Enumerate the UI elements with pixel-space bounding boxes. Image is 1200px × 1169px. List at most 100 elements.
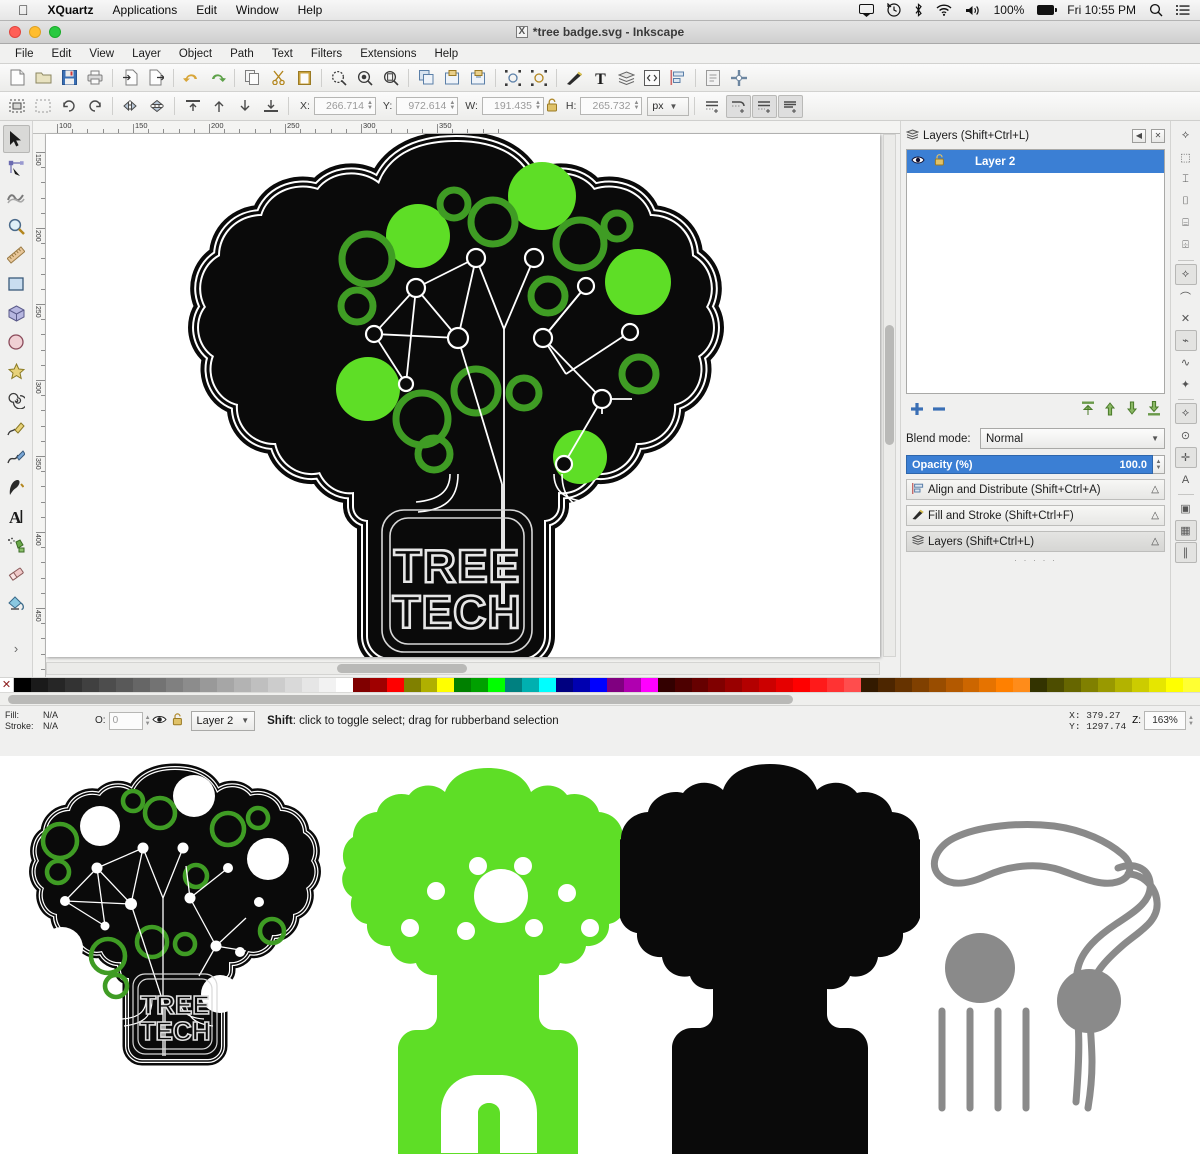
- lower-icon-toolbar[interactable]: [232, 95, 257, 118]
- dock-resize-grip[interactable]: · · · · ·: [906, 555, 1165, 565]
- palette-swatch[interactable]: [217, 678, 234, 693]
- snap-bbox-edge-midpoint-icon[interactable]: ⌸: [1175, 213, 1197, 234]
- close-panel-icon[interactable]: ✕: [1151, 129, 1165, 143]
- macmenu-item-help[interactable]: Help: [298, 3, 323, 17]
- palette-swatch[interactable]: [234, 678, 251, 693]
- variant-green-layer[interactable]: [338, 756, 638, 1169]
- palette-swatch[interactable]: [285, 678, 302, 693]
- palette-swatch[interactable]: [861, 678, 878, 693]
- box-3d-tool[interactable]: [3, 299, 30, 327]
- tree-badge-artwork[interactable]: TREE TECH: [46, 134, 866, 657]
- palette-scroll-thumb[interactable]: [8, 695, 793, 704]
- palette-swatch[interactable]: [573, 678, 590, 693]
- y-field[interactable]: 972.614 ▲▼: [396, 97, 458, 115]
- palette-swatch[interactable]: [1115, 678, 1132, 693]
- more-tools-chevron-icon[interactable]: ›: [3, 634, 30, 662]
- blend-mode-select[interactable]: Normal ▼: [980, 428, 1165, 449]
- lower-layer-icon[interactable]: [1121, 401, 1143, 419]
- star-tool[interactable]: [3, 357, 30, 385]
- palette-swatch[interactable]: [946, 678, 963, 693]
- calligraphy-tool[interactable]: [3, 473, 30, 501]
- palette-swatch[interactable]: [488, 678, 505, 693]
- w-field-stepper[interactable]: ▲▼: [535, 101, 541, 111]
- status-eye-icon[interactable]: [151, 714, 169, 728]
- ungroup-icon[interactable]: [465, 66, 491, 90]
- measure-tool[interactable]: [3, 241, 30, 269]
- bluetooth-icon[interactable]: [914, 3, 923, 17]
- airplay-icon[interactable]: [859, 4, 874, 17]
- import-icon[interactable]: [117, 66, 143, 90]
- bezier-pen-tool[interactable]: [3, 444, 30, 472]
- save-icon[interactable]: [56, 66, 82, 90]
- palette-swatch[interactable]: [996, 678, 1013, 693]
- fill-stroke-indicator[interactable]: Fill:N/A Stroke:N/A: [5, 710, 83, 732]
- print-icon[interactable]: [82, 66, 108, 90]
- layer-list[interactable]: Layer 2: [906, 149, 1165, 394]
- palette-swatch[interactable]: [387, 678, 404, 693]
- menu-path[interactable]: Path: [221, 48, 263, 60]
- palette-swatch[interactable]: [776, 678, 793, 693]
- zoom-drawing-icon[interactable]: [352, 66, 378, 90]
- export-icon[interactable]: [143, 66, 169, 90]
- palette-swatch[interactable]: [658, 678, 675, 693]
- accordion-layers[interactable]: Layers (Shift+Ctrl+L) △: [906, 531, 1165, 552]
- fill-stroke-icon[interactable]: [561, 66, 587, 90]
- palette-scrollbar[interactable]: [0, 692, 1200, 705]
- open-folder-icon[interactable]: [30, 66, 56, 90]
- pencil-tool[interactable]: [3, 415, 30, 443]
- palette-swatch[interactable]: [1149, 678, 1166, 693]
- variant-full-color-badge[interactable]: TREE TECH: [0, 756, 350, 1169]
- x-field-stepper[interactable]: ▲▼: [367, 101, 373, 111]
- copy-icon[interactable]: [239, 66, 265, 90]
- palette-swatch[interactable]: [268, 678, 285, 693]
- accordion-fill-and-stroke[interactable]: Fill and Stroke (Shift+Ctrl+F) △: [906, 505, 1165, 526]
- snap-guide-icon[interactable]: ∥: [1175, 542, 1197, 563]
- spotlight-search-icon[interactable]: [1149, 3, 1163, 17]
- zoom-page-icon[interactable]: [378, 66, 404, 90]
- menu-file[interactable]: File: [6, 48, 43, 60]
- object-rotate-icon[interactable]: [500, 66, 526, 90]
- lock-ratio-icon[interactable]: [545, 98, 559, 115]
- apple-menu-icon[interactable]: : [18, 3, 29, 17]
- layers-icon[interactable]: [613, 66, 639, 90]
- snap-bbox-center-icon[interactable]: ⌹: [1175, 235, 1197, 256]
- zoom-stepper[interactable]: ▲▼: [1188, 715, 1194, 727]
- snap-others-icon[interactable]: ⟡: [1175, 403, 1197, 424]
- palette-swatch[interactable]: [319, 678, 336, 693]
- xml-editor-icon[interactable]: [639, 66, 665, 90]
- opacity-slider[interactable]: Opacity (%) 100.0: [906, 455, 1153, 474]
- raise-to-top-icon-toolbar[interactable]: [180, 95, 205, 118]
- snap-bbox-corner-icon[interactable]: ⌷: [1175, 191, 1197, 212]
- cut-icon[interactable]: [265, 66, 291, 90]
- palette-swatch[interactable]: [912, 678, 929, 693]
- volume-icon[interactable]: [965, 4, 981, 17]
- palette-swatch[interactable]: [759, 678, 776, 693]
- zoom-selection-icon[interactable]: [326, 66, 352, 90]
- palette-swatch[interactable]: [675, 678, 692, 693]
- tweak-tool[interactable]: [3, 183, 30, 211]
- h-field-stepper[interactable]: ▲▼: [633, 101, 639, 111]
- affect-rounded-corners-icon[interactable]: [726, 95, 751, 118]
- text-tool[interactable]: A: [3, 502, 30, 530]
- lower-layer-to-bottom-icon[interactable]: [1143, 401, 1165, 419]
- palette-swatch[interactable]: [1013, 678, 1030, 693]
- raise-layer-to-top-icon[interactable]: [1077, 401, 1099, 419]
- status-lock-icon[interactable]: [169, 713, 187, 729]
- menu-help[interactable]: Help: [425, 48, 467, 60]
- zoom-tool[interactable]: [3, 212, 30, 240]
- zoom-field[interactable]: Z: 163% ▲▼: [1132, 711, 1194, 730]
- snap-cusp-node-icon[interactable]: ⌁: [1175, 330, 1197, 351]
- palette-swatch[interactable]: [810, 678, 827, 693]
- menu-object[interactable]: Object: [170, 48, 221, 60]
- opacity-row[interactable]: Opacity (%) 100.0 ▲▼: [906, 455, 1165, 474]
- palette-swatch[interactable]: [48, 678, 65, 693]
- canvas-vertical-scrollbar[interactable]: [883, 134, 896, 657]
- text-tool-icon[interactable]: T: [587, 66, 613, 90]
- macmenu-item-applications[interactable]: Applications: [113, 3, 178, 17]
- palette-swatch[interactable]: [505, 678, 522, 693]
- palette-swatch[interactable]: [1166, 678, 1183, 693]
- document-page[interactable]: TREE TECH: [46, 134, 880, 657]
- raise-layer-icon[interactable]: [1099, 401, 1121, 419]
- collapse-panel-icon[interactable]: ◀: [1132, 129, 1146, 143]
- palette-swatch[interactable]: [878, 678, 895, 693]
